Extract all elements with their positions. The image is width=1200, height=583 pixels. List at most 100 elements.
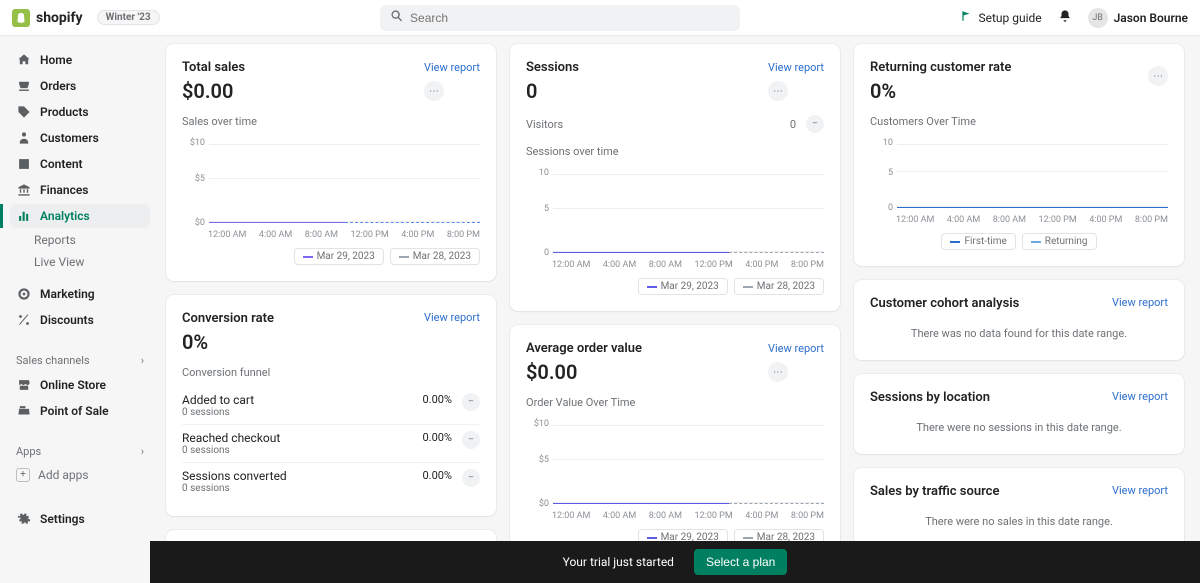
view-report-link[interactable]: View report xyxy=(768,61,824,74)
trial-text: Your trial just started xyxy=(563,555,674,569)
legend-item[interactable]: Mar 28, 2023 xyxy=(390,248,480,265)
row-menu-button[interactable]: – xyxy=(462,469,480,487)
trial-banner: Your trial just started Select a plan xyxy=(150,541,1200,583)
view-report-link[interactable]: View report xyxy=(768,342,824,355)
sidebar-item-settings[interactable]: Settings xyxy=(10,507,150,531)
flag-icon xyxy=(960,10,972,25)
empty-state: There were no sales in this date range. xyxy=(870,499,1168,532)
sidebar-item-liveview[interactable]: Live View xyxy=(10,252,150,272)
legend-item[interactable]: Returning xyxy=(1022,233,1097,250)
card-title: Average order value xyxy=(526,341,642,356)
brand-logo[interactable]: shopify Winter '23 xyxy=(12,9,160,27)
card-title: Conversion rate xyxy=(182,311,274,326)
sidebar: Home Orders Products Customers Content F… xyxy=(0,36,150,541)
target-icon xyxy=(16,286,32,302)
card-average-order-value: Average order value $0.00 View report ⋯ … xyxy=(510,325,840,541)
analytics-dashboard: Total sales $0.00 View report ⋯ Sales ov… xyxy=(150,36,1200,541)
x-axis: 12:00 AM4:00 AM8:00 AM12:00 PM4:00 PM8:0… xyxy=(552,511,824,521)
card-menu-button[interactable]: ⋯ xyxy=(424,81,444,101)
funnel-row: Reached checkout0 sessions 0.00%– xyxy=(182,424,480,462)
card-total-sales: Total sales $0.00 View report ⋯ Sales ov… xyxy=(166,44,496,281)
chart-title: Customers Over Time xyxy=(870,115,1168,128)
x-axis: 12:00 AM4:00 AM8:00 AM12:00 PM4:00 PM8:0… xyxy=(208,230,480,240)
empty-state: There were no sessions in this date rang… xyxy=(870,405,1168,438)
sidebar-item-reports[interactable]: Reports xyxy=(10,230,150,250)
row-menu-button[interactable]: – xyxy=(462,393,480,411)
sidebar-item-finances[interactable]: Finances xyxy=(10,178,150,202)
card-sessions: Sessions 0 View report ⋯ Visitors 0– Ses… xyxy=(510,44,840,311)
sidebar-item-analytics[interactable]: Analytics xyxy=(10,204,150,228)
card-cohort-analysis: Customer cohort analysis View report The… xyxy=(854,280,1184,360)
sidebar-item-marketing[interactable]: Marketing xyxy=(10,282,150,306)
inbox-icon xyxy=(16,78,32,94)
user-name: Jason Bourne xyxy=(1114,11,1188,25)
total-sales-value: $0.00 xyxy=(182,79,245,103)
row-menu-button[interactable]: – xyxy=(462,431,480,449)
sidebar-item-products[interactable]: Products xyxy=(10,100,150,124)
legend-item[interactable]: Mar 28, 2023 xyxy=(734,529,824,541)
image-icon xyxy=(16,156,32,172)
user-menu[interactable]: JB Jason Bourne xyxy=(1088,8,1188,28)
sessions-value: 0 xyxy=(526,79,579,103)
bell-icon[interactable] xyxy=(1058,9,1072,27)
x-axis: 12:00 AM4:00 AM8:00 AM12:00 PM4:00 PM8:0… xyxy=(896,215,1168,225)
sidebar-item-discounts[interactable]: Discounts xyxy=(10,308,150,332)
shopify-bag-icon xyxy=(12,9,30,27)
search-input[interactable] xyxy=(410,11,730,25)
x-axis: 12:00 AM4:00 AM8:00 AM12:00 PM4:00 PM8:0… xyxy=(552,260,824,270)
percent-icon xyxy=(16,312,32,328)
card-menu-button[interactable]: ⋯ xyxy=(768,362,788,382)
sidebar-item-add-apps[interactable]: +Add apps xyxy=(10,464,150,486)
card-title: Sessions by location xyxy=(870,390,990,405)
empty-state: There was no data found for this date ra… xyxy=(870,311,1168,344)
sidebar-item-customers[interactable]: Customers xyxy=(10,126,150,150)
setup-guide-label: Setup guide xyxy=(978,11,1041,25)
card-title: Total sales xyxy=(182,60,245,75)
view-report-link[interactable]: View report xyxy=(424,311,480,324)
bank-icon xyxy=(16,182,32,198)
select-plan-button[interactable]: Select a plan xyxy=(694,549,787,575)
legend-item[interactable]: First-time xyxy=(941,233,1015,250)
chevron-right-icon: › xyxy=(141,445,144,458)
card-menu-button[interactable]: ⋯ xyxy=(768,81,788,101)
setup-guide-link[interactable]: Setup guide xyxy=(960,10,1041,25)
row-menu-button[interactable]: – xyxy=(806,115,824,133)
chart-title: Sales over time xyxy=(182,115,480,128)
plus-icon: + xyxy=(16,468,30,482)
chevron-right-icon: › xyxy=(141,354,144,367)
card-title: Sales by traffic source xyxy=(870,484,999,499)
aov-chart: $10 $5 $0 xyxy=(526,419,824,509)
card-total-orders: Total orders View report xyxy=(166,530,496,541)
card-title: Customer cohort analysis xyxy=(870,296,1019,311)
store-icon xyxy=(16,377,32,393)
register-icon xyxy=(16,403,32,419)
sidebar-section-apps[interactable]: Apps› xyxy=(10,441,150,462)
chart-title: Order Value Over Time xyxy=(526,396,824,409)
brand-name: shopify xyxy=(36,10,83,26)
view-report-link[interactable]: View report xyxy=(1112,484,1168,497)
avatar: JB xyxy=(1088,8,1108,28)
card-sales-by-traffic-source: Sales by traffic source View report Ther… xyxy=(854,468,1184,541)
sidebar-item-content[interactable]: Content xyxy=(10,152,150,176)
topbar: shopify Winter '23 Setup guide JB Jason … xyxy=(0,0,1200,36)
sidebar-item-online-store[interactable]: Online Store xyxy=(10,373,150,397)
legend-item[interactable]: Mar 28, 2023 xyxy=(734,278,824,295)
legend-item[interactable]: Mar 29, 2023 xyxy=(638,529,728,541)
view-report-link[interactable]: View report xyxy=(1112,296,1168,309)
card-returning-customer-rate: Returning customer rate 0% ⋯ Customers O… xyxy=(854,44,1184,266)
search-bar[interactable] xyxy=(380,5,740,31)
returning-value: 0% xyxy=(870,79,1011,103)
sidebar-item-orders[interactable]: Orders xyxy=(10,74,150,98)
sidebar-item-home[interactable]: Home xyxy=(10,48,150,72)
aov-value: $0.00 xyxy=(526,360,642,384)
edition-badge[interactable]: Winter '23 xyxy=(97,10,160,25)
chart-bar-icon xyxy=(16,208,32,224)
sidebar-section-sales-channels[interactable]: Sales channels› xyxy=(10,350,150,371)
view-report-link[interactable]: View report xyxy=(1112,390,1168,403)
funnel-row: Added to cart0 sessions 0.00%– xyxy=(182,387,480,424)
legend-item[interactable]: Mar 29, 2023 xyxy=(294,248,384,265)
view-report-link[interactable]: View report xyxy=(424,61,480,74)
card-menu-button[interactable]: ⋯ xyxy=(1148,66,1168,86)
legend-item[interactable]: Mar 29, 2023 xyxy=(638,278,728,295)
sidebar-item-pos[interactable]: Point of Sale xyxy=(10,399,150,423)
